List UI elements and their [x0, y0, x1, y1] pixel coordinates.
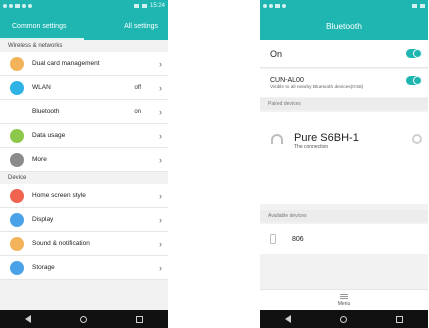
wifi-icon — [10, 80, 24, 95]
display-icon — [10, 212, 24, 227]
section-header-device: Device — [0, 172, 168, 184]
home-style-icon — [10, 188, 24, 203]
bluetooth-on-label: On — [270, 48, 283, 59]
settings-item-display[interactable]: Display › — [0, 208, 168, 232]
settings-item-status: on — [134, 108, 141, 115]
system-nav-bar — [260, 310, 428, 328]
notification-icons — [263, 4, 286, 8]
paired-device-name: Pure S6BH-1 — [294, 132, 359, 144]
settings-item-label: Sound & notification — [32, 240, 90, 247]
page-title: Bluetooth — [326, 21, 362, 31]
settings-item-label: Data usage — [32, 132, 66, 139]
storage-icon — [10, 260, 24, 275]
chevron-right-icon: › — [159, 262, 162, 273]
status-right: 15:24 — [133, 3, 165, 9]
chevron-right-icon: › — [159, 214, 162, 225]
available-device-row[interactable]: 806 — [260, 224, 428, 254]
system-nav-bar — [0, 310, 168, 328]
settings-item-dual-card[interactable]: Dual card management › — [0, 52, 168, 76]
notification-icon — [9, 4, 13, 8]
notification-icon — [22, 4, 26, 8]
settings-item-wlan[interactable]: WLAN off › — [0, 76, 168, 100]
notification-icon — [3, 4, 7, 8]
notification-icon — [263, 4, 267, 8]
status-time: 15:24 — [149, 3, 165, 9]
settings-screen: 15:24 Common settings All settings Wirel… — [0, 0, 168, 328]
settings-item-label: Storage — [32, 264, 55, 271]
settings-item-data-usage[interactable]: Data usage › — [0, 124, 168, 148]
bluetooth-appbar: Bluetooth — [260, 12, 428, 40]
headphones-icon — [270, 132, 284, 146]
notification-icon — [275, 4, 280, 8]
chevron-right-icon: › — [159, 106, 162, 117]
signal-icon — [133, 4, 139, 8]
chevron-right-icon: › — [159, 238, 162, 249]
chevron-right-icon: › — [159, 58, 162, 69]
settings-appbar: Common settings All settings — [0, 12, 168, 40]
settings-item-bluetooth[interactable]: Bluetooth on › — [0, 100, 168, 124]
visibility-text: Visible to all nearby Bluetooth devices(… — [270, 85, 364, 90]
bluetooth-icon — [10, 105, 24, 119]
notification-icons — [3, 4, 32, 8]
sound-icon — [10, 236, 24, 251]
tab-common-settings[interactable]: Common settings — [12, 23, 66, 30]
home-icon[interactable] — [339, 315, 347, 323]
sim-icon — [10, 56, 24, 71]
settings-item-sound[interactable]: Sound & notification › — [0, 232, 168, 256]
battery-icon — [141, 4, 147, 8]
phone-icon — [270, 234, 276, 244]
status-bar: 15:24 — [0, 0, 168, 12]
notification-icon — [269, 4, 273, 8]
bluetooth-on-row[interactable]: On — [260, 40, 428, 68]
chevron-right-icon: › — [159, 82, 162, 93]
notification-icon — [15, 4, 20, 8]
notification-icon — [28, 4, 32, 8]
menu-bar[interactable]: Menu — [260, 289, 428, 310]
chevron-right-icon: › — [159, 154, 162, 165]
bluetooth-screen: Bluetooth On CUN-AL00 Visible to all nea… — [260, 0, 428, 328]
settings-item-label: More — [32, 156, 47, 163]
menu-label: Menu — [337, 300, 351, 307]
section-header-wireless: Wireless & networks — [0, 40, 168, 52]
available-devices-header: Available devices — [260, 210, 428, 222]
back-icon[interactable] — [284, 315, 291, 323]
notification-icon — [282, 4, 286, 8]
settings-item-more[interactable]: More › — [0, 148, 168, 172]
settings-item-label: Bluetooth — [32, 108, 60, 115]
status-right — [412, 4, 425, 8]
visibility-toggle[interactable] — [406, 76, 422, 85]
paired-devices-header: Paired devices — [260, 98, 428, 110]
status-bar — [260, 0, 428, 12]
settings-item-home-screen-style[interactable]: Home screen style › — [0, 184, 168, 208]
gear-icon[interactable] — [412, 134, 422, 144]
paired-device-status: The connection — [294, 144, 329, 150]
menu-icon — [340, 293, 348, 299]
more-icon — [10, 152, 24, 167]
battery-icon — [420, 4, 425, 8]
back-icon[interactable] — [24, 315, 31, 323]
settings-item-label: Dual card management — [32, 60, 100, 67]
available-device-name: 806 — [292, 235, 304, 243]
device-name: CUN-AL00 — [270, 77, 304, 84]
recents-icon[interactable] — [136, 315, 144, 323]
signal-icon — [412, 4, 417, 8]
paired-device-row[interactable]: Pure S6BH-1 The connection — [260, 112, 428, 204]
data-usage-icon — [10, 128, 24, 143]
chevron-right-icon: › — [159, 130, 162, 141]
settings-item-storage[interactable]: Storage › — [0, 256, 168, 280]
tab-all-settings[interactable]: All settings — [124, 23, 158, 30]
device-visibility-row[interactable]: CUN-AL00 Visible to all nearby Bluetooth… — [260, 69, 428, 97]
settings-item-label: Display — [32, 216, 54, 223]
settings-item-label: WLAN — [32, 84, 51, 91]
home-icon[interactable] — [79, 315, 87, 323]
bluetooth-toggle[interactable] — [406, 49, 422, 58]
recents-icon[interactable] — [396, 315, 404, 323]
chevron-right-icon: › — [159, 190, 162, 201]
settings-item-label: Home screen style — [32, 192, 86, 199]
settings-item-status: off — [134, 84, 141, 91]
